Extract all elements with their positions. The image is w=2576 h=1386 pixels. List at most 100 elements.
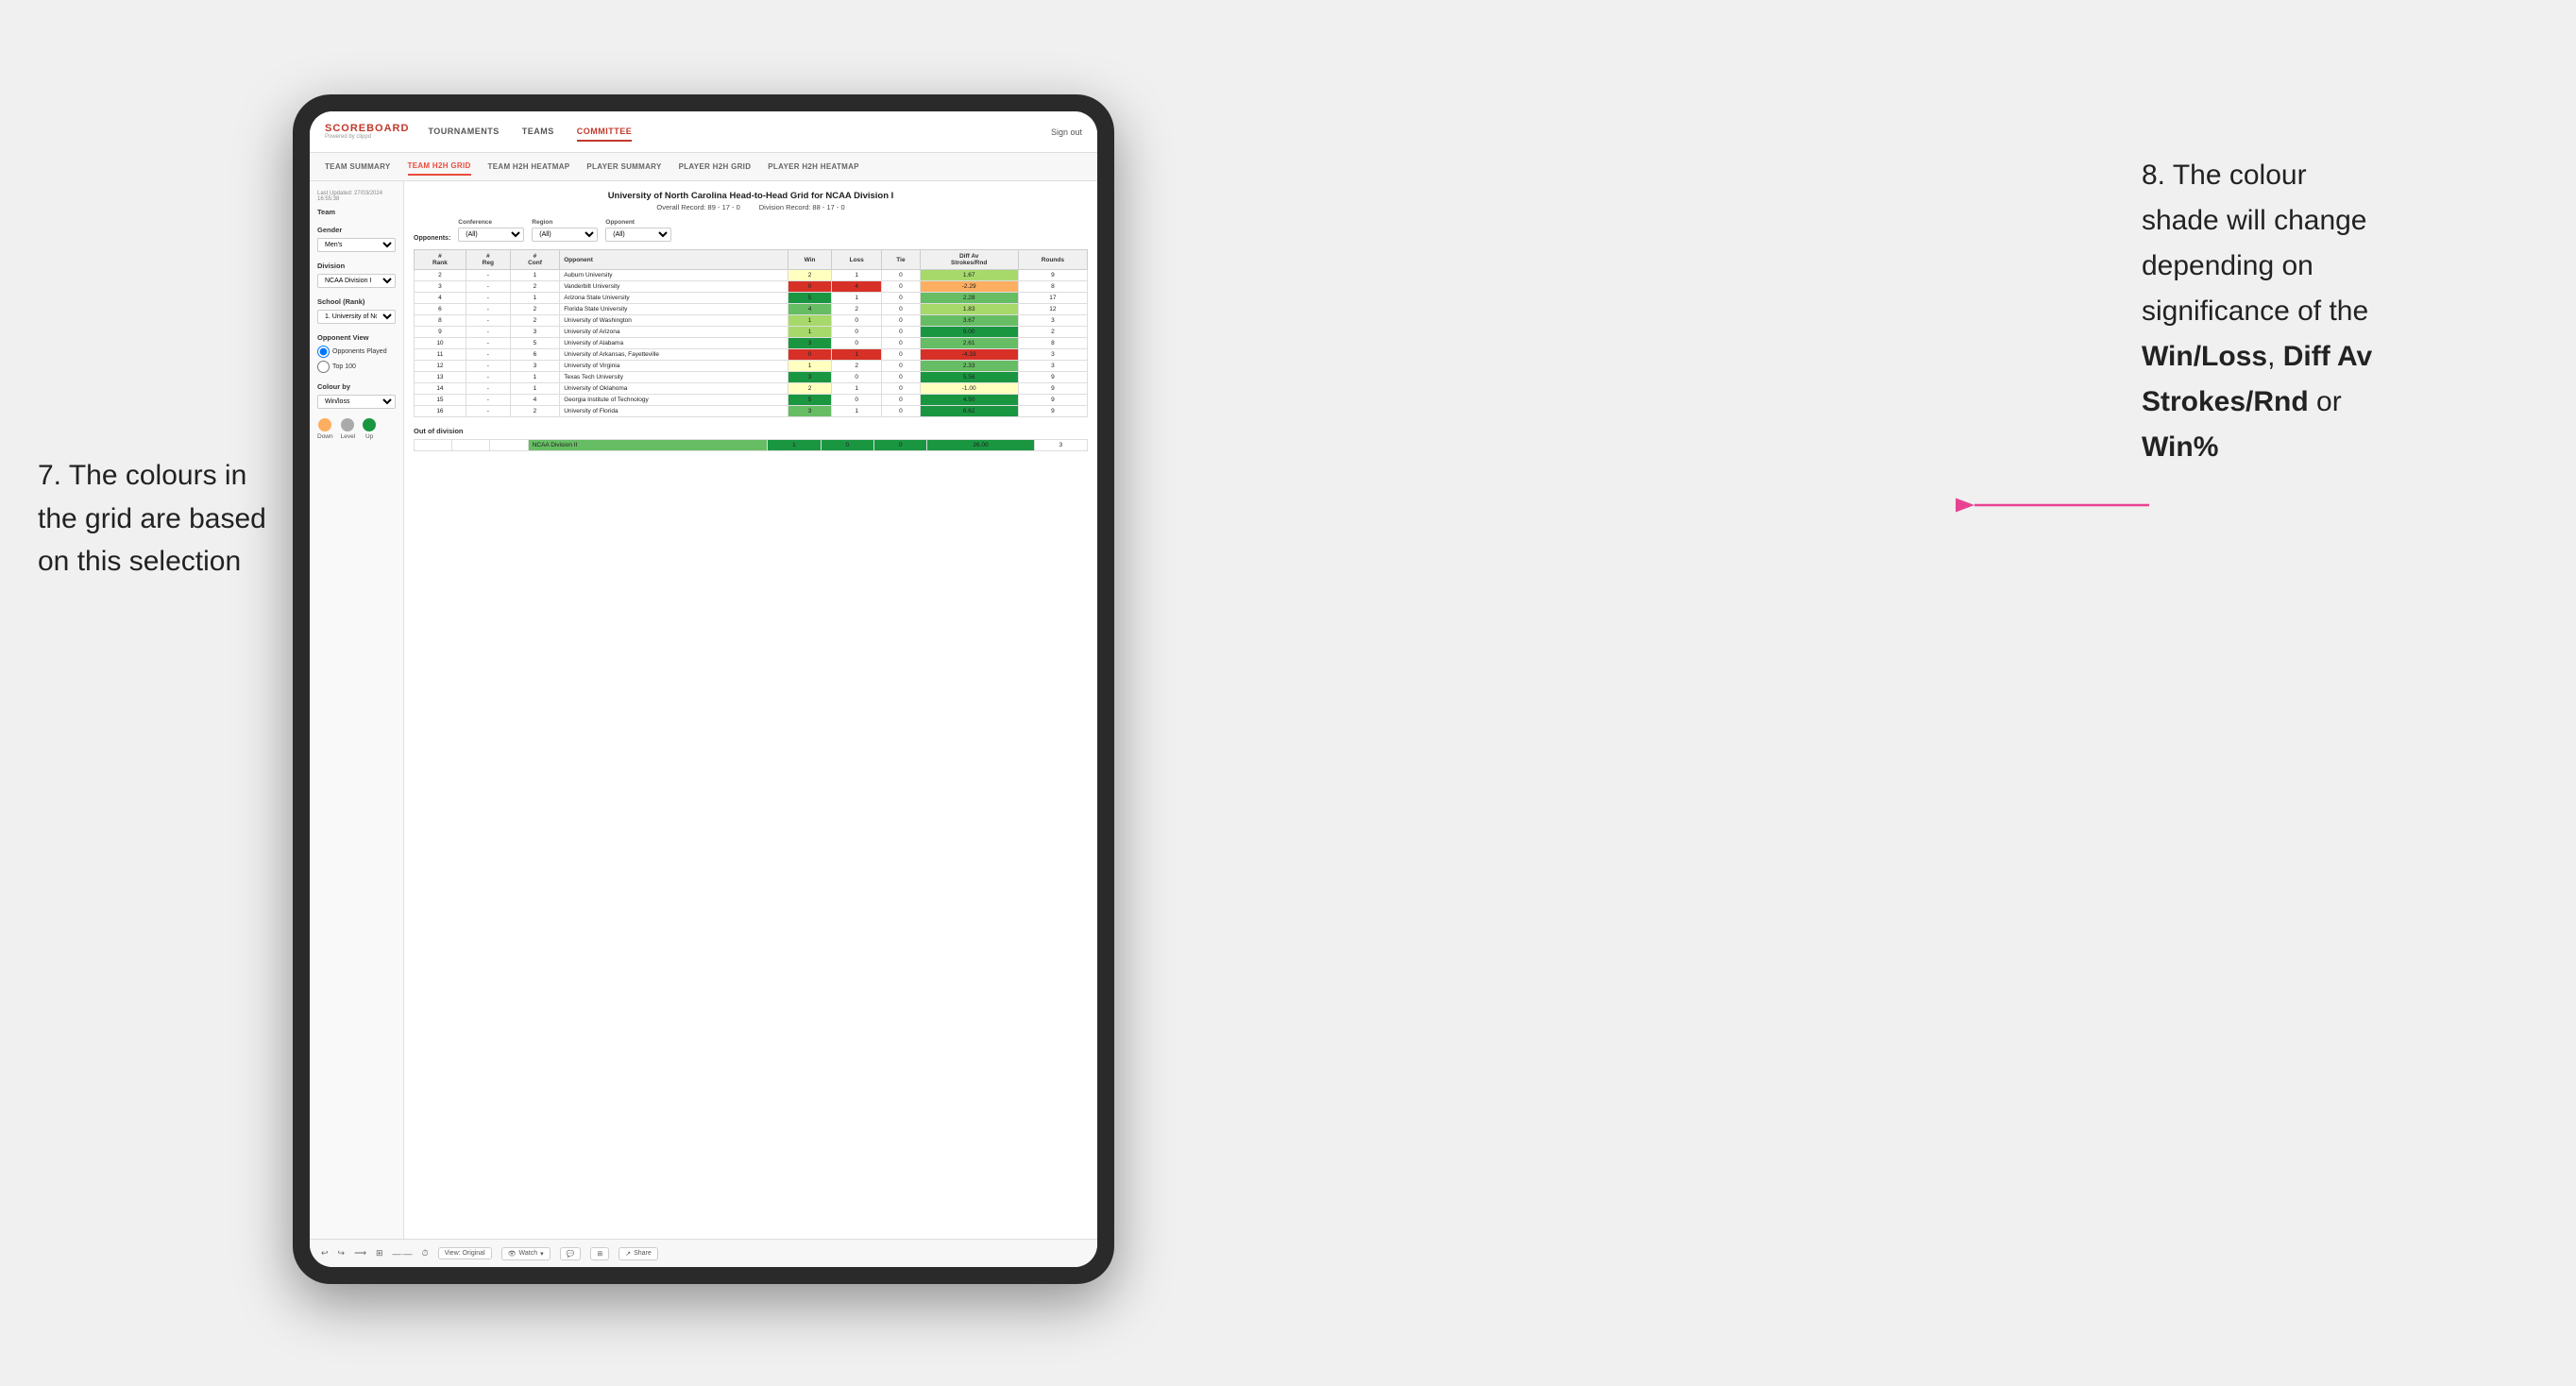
cell-tie: 0 bbox=[882, 315, 920, 327]
cell-loss: 1 bbox=[832, 406, 882, 417]
table-row: 14 - 1 University of Oklahoma 2 1 0 -1.0… bbox=[415, 383, 1088, 395]
last-updated: Last Updated: 27/03/2024 16:55:38 bbox=[317, 191, 396, 202]
sidebar-gender-select[interactable]: Men's bbox=[317, 238, 396, 252]
out-of-division-row: NCAA Division II 1 0 0 26.00 3 bbox=[415, 440, 1088, 451]
cell-opponent: University of Arkansas, Fayetteville bbox=[560, 349, 788, 361]
ood-loss: 0 bbox=[821, 440, 873, 451]
cell-rank: 15 bbox=[415, 395, 466, 406]
share-btn[interactable]: ↗ Share bbox=[619, 1247, 658, 1260]
cell-opponent: Texas Tech University bbox=[560, 372, 788, 383]
cell-opponent: University of Oklahoma bbox=[560, 383, 788, 395]
filter-conference-label: Conference bbox=[458, 219, 524, 226]
dash-icon[interactable]: —·— bbox=[393, 1249, 413, 1259]
table-row: 12 - 3 University of Virginia 1 2 0 2.33… bbox=[415, 361, 1088, 372]
cell-opponent: Georgia Institute of Technology bbox=[560, 395, 788, 406]
nav-teams[interactable]: TEAMS bbox=[522, 123, 554, 142]
cell-tie: 0 bbox=[882, 270, 920, 281]
sidebar-gender-label: Gender bbox=[317, 226, 396, 234]
legend-up-label: Up bbox=[365, 433, 373, 440]
sidebar-radio-opponents-played[interactable]: Opponents Played bbox=[317, 346, 396, 358]
cell-opponent: Auburn University bbox=[560, 270, 788, 281]
cell-reg: - bbox=[466, 315, 510, 327]
grid-btn[interactable]: ⊞ bbox=[590, 1247, 609, 1260]
cell-reg: - bbox=[466, 395, 510, 406]
cell-rank: 14 bbox=[415, 383, 466, 395]
annotation-sep1: , bbox=[2267, 341, 2283, 372]
view-label: View: Original bbox=[445, 1250, 485, 1257]
cell-win: 1 bbox=[788, 361, 832, 372]
table-header-row: #Rank #Reg #Conf Opponent Win Loss Tie D… bbox=[415, 250, 1088, 270]
bottom-toolbar: ↩ ↪ ⟶ ⊞ —·— ⏱ View: Original 👁 Watch ▾ 💬… bbox=[310, 1239, 1097, 1267]
cell-loss: 0 bbox=[832, 327, 882, 338]
sidebar-radio-top100[interactable]: Top 100 bbox=[317, 361, 396, 373]
legend-up-dot bbox=[363, 418, 376, 431]
subnav-player-summary[interactable]: PLAYER SUMMARY bbox=[586, 159, 661, 175]
watch-btn[interactable]: 👁 Watch ▾ bbox=[501, 1247, 551, 1260]
sidebar-division-label: Division bbox=[317, 262, 396, 270]
ipad-screen: SCOREBOARD Powered by clippd TOURNAMENTS… bbox=[310, 111, 1097, 1267]
sidebar-colour-by-section: Colour by Win/loss bbox=[317, 382, 396, 409]
subnav-player-h2h-heatmap[interactable]: PLAYER H2H HEATMAP bbox=[768, 159, 859, 175]
cell-rounds: 9 bbox=[1018, 372, 1087, 383]
cell-rank: 4 bbox=[415, 293, 466, 304]
sidebar-colour-by-select[interactable]: Win/loss bbox=[317, 395, 396, 409]
annotation-win-loss: Win/Loss bbox=[2142, 341, 2267, 372]
grid-title: University of North Carolina Head-to-Hea… bbox=[414, 191, 1088, 201]
cell-win: 0 bbox=[788, 349, 832, 361]
subnav-team-h2h-heatmap[interactable]: TEAM H2H HEATMAP bbox=[488, 159, 570, 175]
annotation-winpct: Win% bbox=[2142, 431, 2218, 463]
sidebar-division-select[interactable]: NCAA Division I bbox=[317, 274, 396, 288]
annotation-left-text: 7. The colours inthe grid are basedon th… bbox=[38, 460, 266, 577]
view-original-btn[interactable]: View: Original bbox=[438, 1247, 492, 1259]
cell-conf: 4 bbox=[510, 395, 559, 406]
col-rounds: Rounds bbox=[1018, 250, 1087, 270]
sign-out[interactable]: Sign out bbox=[1051, 127, 1082, 137]
cell-rounds: 3 bbox=[1018, 315, 1087, 327]
undo-icon[interactable]: ↩ bbox=[321, 1248, 329, 1259]
forward-icon[interactable]: ⟶ bbox=[354, 1248, 366, 1259]
sidebar-school-select[interactable]: 1. University of Nort... bbox=[317, 310, 396, 324]
watch-chevron: ▾ bbox=[540, 1250, 544, 1258]
cell-opponent: Arizona State University bbox=[560, 293, 788, 304]
data-table: #Rank #Reg #Conf Opponent Win Loss Tie D… bbox=[414, 249, 1088, 417]
sidebar-opponent-view-label: Opponent View bbox=[317, 333, 396, 342]
cell-loss: 1 bbox=[832, 270, 882, 281]
cell-rank: 8 bbox=[415, 315, 466, 327]
cell-win: 4 bbox=[788, 304, 832, 315]
filter-conference-select[interactable]: (All) bbox=[458, 228, 524, 242]
nav-tournaments[interactable]: TOURNAMENTS bbox=[428, 123, 499, 142]
cell-rounds: 3 bbox=[1018, 349, 1087, 361]
cell-reg: - bbox=[466, 338, 510, 349]
comment-btn[interactable]: 💬 bbox=[560, 1247, 582, 1260]
nav-committee[interactable]: COMMITTEE bbox=[577, 123, 633, 142]
cell-diff: 2.61 bbox=[920, 338, 1018, 349]
sidebar-colour-by-label: Colour by bbox=[317, 382, 396, 391]
annotation-left: 7. The colours inthe grid are basedon th… bbox=[38, 453, 302, 583]
subnav-player-h2h-grid[interactable]: PLAYER H2H GRID bbox=[679, 159, 752, 175]
cell-conf: 5 bbox=[510, 338, 559, 349]
filter-conference: Conference (All) bbox=[458, 219, 524, 242]
ood-conf bbox=[490, 440, 528, 451]
copy-icon[interactable]: ⊞ bbox=[376, 1248, 383, 1259]
cell-tie: 0 bbox=[882, 293, 920, 304]
legend-level-label: Level bbox=[341, 433, 356, 440]
clock-icon[interactable]: ⏱ bbox=[422, 1248, 429, 1259]
sidebar-school-label: School (Rank) bbox=[317, 297, 396, 306]
cell-win: 2 bbox=[788, 383, 832, 395]
cell-win: 1 bbox=[788, 315, 832, 327]
filter-region-select[interactable]: (All) bbox=[532, 228, 598, 242]
table-row: 13 - 1 Texas Tech University 3 0 0 5.56 … bbox=[415, 372, 1088, 383]
subnav-team-h2h-grid[interactable]: TEAM H2H GRID bbox=[408, 158, 471, 176]
subnav-team-summary[interactable]: TEAM SUMMARY bbox=[325, 159, 391, 175]
redo-icon[interactable]: ↪ bbox=[338, 1248, 346, 1259]
sidebar-radio-group: Opponents Played Top 100 bbox=[317, 346, 396, 373]
filter-opponent: Opponent (All) bbox=[605, 219, 671, 242]
cell-conf: 2 bbox=[510, 281, 559, 293]
filter-opponent-select[interactable]: (All) bbox=[605, 228, 671, 242]
cell-conf: 2 bbox=[510, 315, 559, 327]
watch-icon: 👁 bbox=[508, 1250, 517, 1258]
cell-loss: 0 bbox=[832, 395, 882, 406]
cell-loss: 2 bbox=[832, 304, 882, 315]
cell-reg: - bbox=[466, 327, 510, 338]
cell-win: 1 bbox=[788, 327, 832, 338]
